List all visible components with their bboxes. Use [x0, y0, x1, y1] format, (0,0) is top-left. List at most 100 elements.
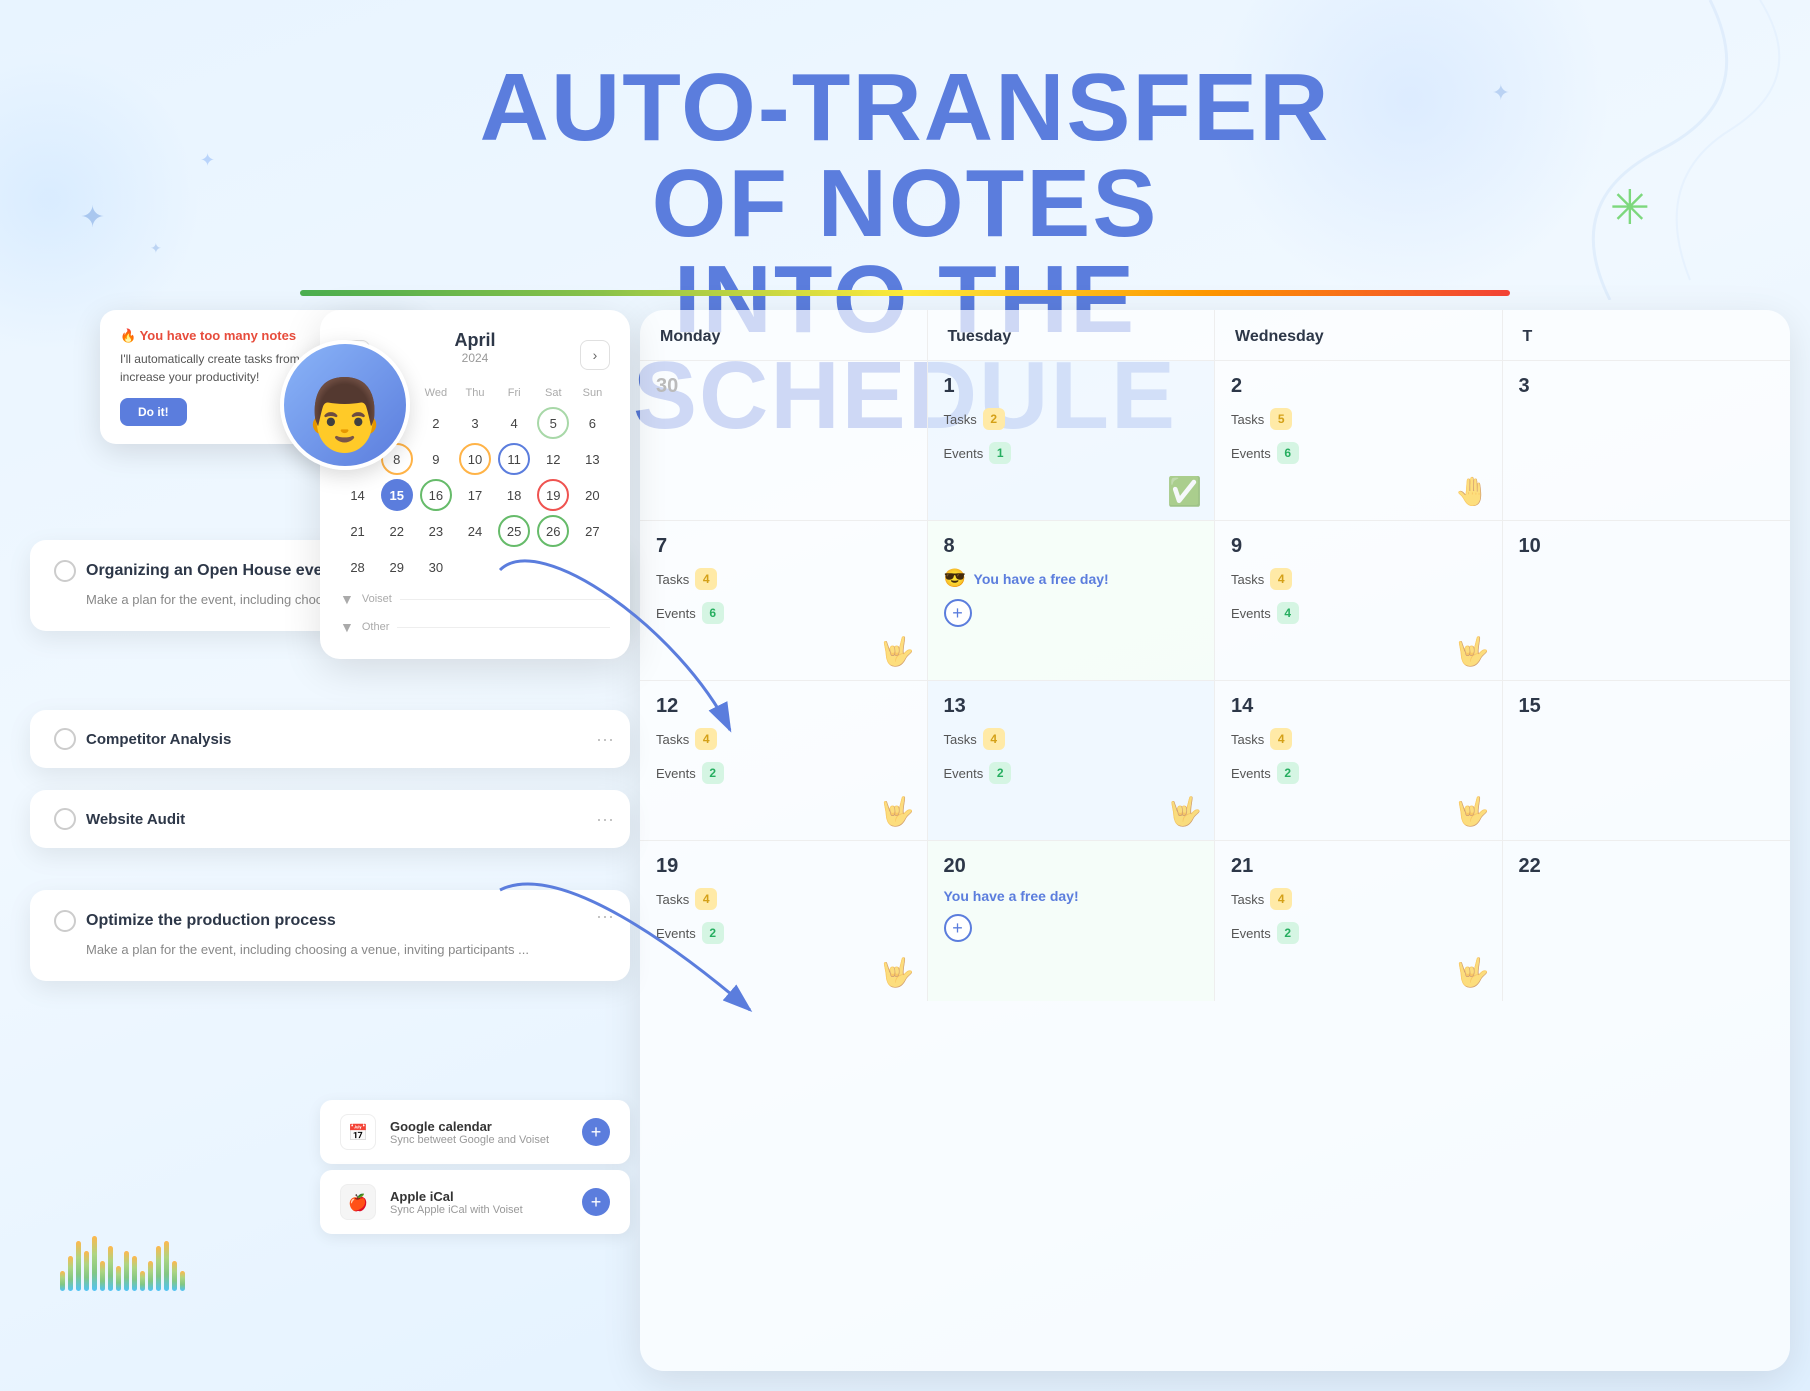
cell-deco-14: 🤟 [1455, 795, 1490, 828]
date-12: 12 [656, 695, 911, 718]
cell-22: 22 [1503, 841, 1791, 1001]
audio-wave [60, 1231, 185, 1291]
events-badge-1: Events 1 [944, 442, 1199, 470]
free-day-20: You have a free day! [944, 888, 1199, 904]
tasks-badge-19: Tasks 4 [656, 888, 911, 916]
cal-day-empty5 [576, 551, 608, 583]
events-badge-14: Events 2 [1231, 762, 1486, 790]
date-20: 20 [944, 855, 1199, 878]
cell-9: 9 Tasks 4 Events 4 🤟 [1215, 521, 1503, 681]
events-badge-12: Events 2 [656, 762, 911, 790]
date-15: 15 [1519, 695, 1775, 718]
wave-bar-3 [76, 1241, 81, 1291]
cal-day-23[interactable]: 23 [420, 515, 452, 547]
apple-sub: Sync Apple iCal with Voiset [390, 1204, 582, 1216]
task-card-website: Website Audit ··· [30, 790, 630, 848]
task-title-website: Website Audit [86, 811, 185, 828]
cal-day-5[interactable]: 5 [537, 407, 569, 439]
cal-day-29[interactable]: 29 [381, 551, 413, 583]
task-checkbox-3[interactable] [54, 808, 76, 830]
events-badge-21: Events 2 [1231, 922, 1486, 950]
task-dots-competitor[interactable]: ··· [596, 729, 614, 750]
cal-day-28[interactable]: 28 [342, 551, 374, 583]
events-badge-13: Events 2 [944, 762, 1199, 790]
cal-day-9[interactable]: 9 [420, 443, 452, 475]
cal-day-12[interactable]: 12 [537, 443, 569, 475]
cell-deco-12: 🤟 [880, 795, 915, 828]
tasks-badge-2: Tasks 5 [1231, 408, 1486, 436]
cal-day-30[interactable]: 30 [420, 551, 452, 583]
cal-day-22[interactable]: 22 [381, 515, 413, 547]
cal-day-16[interactable]: 16 [420, 479, 452, 511]
cal-day-4[interactable]: 4 [498, 407, 530, 439]
task-header-4: Optimize the production process [54, 910, 606, 932]
cal-day-21[interactable]: 21 [342, 515, 374, 547]
date-10: 10 [1519, 535, 1775, 558]
cell-10: 10 [1503, 521, 1791, 681]
add-button-20[interactable]: + [944, 914, 972, 942]
google-add-button[interactable]: + [582, 1118, 610, 1146]
cal-day-24[interactable]: 24 [459, 515, 491, 547]
task-dots-4[interactable]: ··· [596, 906, 614, 927]
cal-section-voiset: ▼ Voiset [340, 583, 610, 611]
date-9: 9 [1231, 535, 1486, 558]
task-title-4: Optimize the production process [86, 912, 336, 930]
date-30: 30 [656, 375, 911, 398]
cell-8: 8 😎 You have a free day! + [928, 521, 1216, 681]
wave-bar-5 [92, 1236, 97, 1291]
cal-day-18[interactable]: 18 [498, 479, 530, 511]
wave-bar-13 [156, 1246, 161, 1291]
cal-day-14[interactable]: 14 [342, 479, 374, 511]
cal-day-19[interactable]: 19 [537, 479, 569, 511]
wave-bar-16 [180, 1271, 185, 1291]
date-14: 14 [1231, 695, 1486, 718]
week-body: 30 1 Tasks 2 Events 1 ✅ 2 Tasks 5 Events… [640, 361, 1790, 1001]
cal-day-15-today[interactable]: 15 [381, 479, 413, 511]
wave-bar-1 [60, 1271, 65, 1291]
date-7: 7 [656, 535, 911, 558]
task-dots-website[interactable]: ··· [596, 809, 614, 830]
integration-google-text: Google calendar Sync betweet Google and … [390, 1119, 582, 1146]
cell-deco-1: ✅ [1167, 475, 1202, 508]
user-avatar: 👨 [280, 340, 410, 470]
cal-day-25[interactable]: 25 [498, 515, 530, 547]
cal-section-other: ▼ Other [340, 611, 610, 639]
date-13: 13 [944, 695, 1199, 718]
wave-bar-4 [84, 1251, 89, 1291]
cal-day-13[interactable]: 13 [576, 443, 608, 475]
cal-day-6[interactable]: 6 [576, 407, 608, 439]
cal-day-10[interactable]: 10 [459, 443, 491, 475]
tasks-badge-1: Tasks 2 [944, 408, 1199, 436]
add-button-8[interactable]: + [944, 599, 972, 627]
cal-label-fri: Fri [497, 383, 532, 403]
task-title-competitor: Competitor Analysis [86, 731, 231, 748]
bg-wave-svg [1310, 0, 1810, 300]
cal-day-3[interactable]: 3 [459, 407, 491, 439]
apple-add-button[interactable]: + [582, 1188, 610, 1216]
cell-deco-2: 🤚 [1455, 475, 1490, 508]
sparkle-2: ✦ [200, 150, 215, 171]
cal-day-27[interactable]: 27 [576, 515, 608, 547]
task-checkbox-2[interactable] [54, 728, 76, 750]
task-checkbox-4[interactable] [54, 910, 76, 932]
date-3: 3 [1519, 375, 1775, 398]
cal-label-thu: Thu [457, 383, 492, 403]
cal-day-2[interactable]: 2 [420, 407, 452, 439]
task-checkbox-1[interactable] [54, 560, 76, 582]
cell-deco-7: 🤟 [880, 635, 915, 668]
cell-3: 3 [1503, 361, 1791, 521]
cal-day-20[interactable]: 20 [576, 479, 608, 511]
do-it-button[interactable]: Do it! [120, 398, 187, 426]
cal-day-11[interactable]: 11 [498, 443, 530, 475]
task-desc-4: Make a plan for the event, including cho… [54, 940, 606, 961]
cell-deco-13: 🤟 [1167, 795, 1202, 828]
week-header-row: Monday Tuesday Wednesday T [640, 310, 1790, 361]
cal-day-17[interactable]: 17 [459, 479, 491, 511]
date-8: 8 [944, 535, 1199, 558]
cal-day-26[interactable]: 26 [537, 515, 569, 547]
integration-apple-text: Apple iCal Sync Apple iCal with Voiset [390, 1189, 582, 1216]
tasks-badge-7: Tasks 4 [656, 568, 911, 596]
svg-text:📅: 📅 [348, 1123, 368, 1142]
calendar-next-button[interactable]: › [580, 340, 610, 370]
events-badge-9: Events 4 [1231, 602, 1486, 630]
